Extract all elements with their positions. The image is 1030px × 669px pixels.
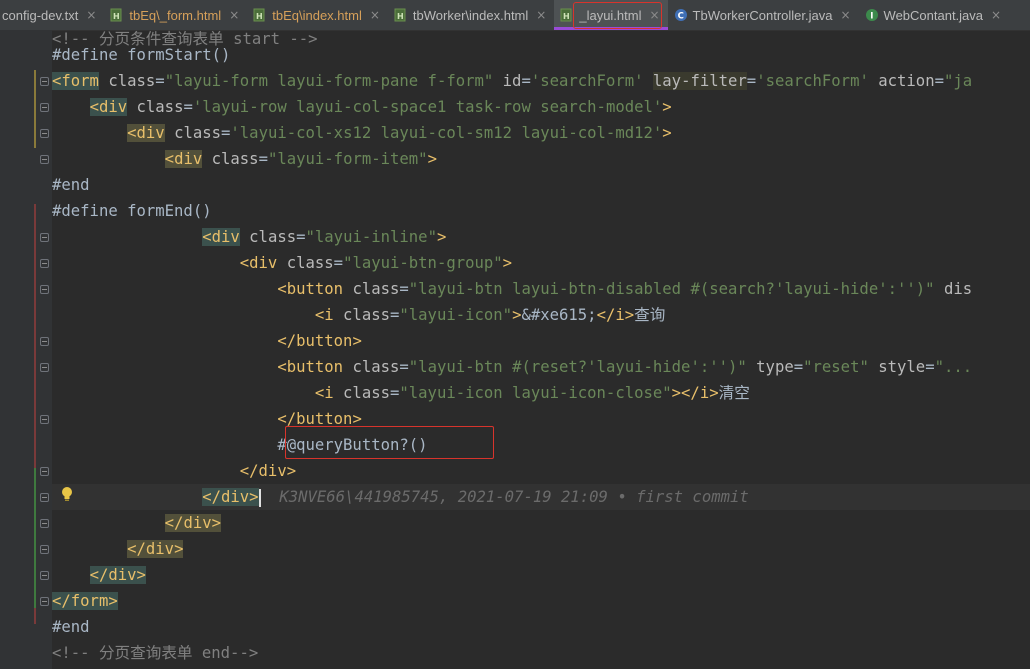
close-icon[interactable]: ×: [991, 8, 1001, 22]
tab-7[interactable]: I WebContant.java ×: [859, 0, 1010, 30]
svg-text:H: H: [256, 12, 263, 21]
code-line: </button>: [277, 410, 362, 428]
code-line: #end: [52, 618, 90, 636]
svg-text:I: I: [870, 12, 873, 22]
code-line: </form>: [52, 592, 118, 610]
code-line: #@queryButton?(): [277, 436, 428, 454]
code-line: </div> K3NVE66\441985745, 2021-07-19 21:…: [202, 488, 749, 507]
fold-toggle-icon[interactable]: [40, 155, 49, 164]
code-line: <form class="layui-form layui-form-pane …: [52, 72, 973, 90]
html-file-icon: H: [253, 8, 267, 22]
fold-toggle-icon[interactable]: [40, 103, 49, 112]
svg-text:C: C: [677, 12, 683, 22]
svg-text:H: H: [563, 12, 570, 21]
fold-toggle-icon[interactable]: [40, 259, 49, 268]
code-line: <div class="layui-inline">: [202, 228, 447, 246]
close-icon[interactable]: ×: [536, 8, 546, 22]
close-icon[interactable]: ×: [649, 8, 659, 22]
git-blame-annotation: K3NVE66\441985745, 2021-07-19 21:09 • fi…: [279, 488, 749, 506]
fold-toggle-icon[interactable]: [40, 337, 49, 346]
code-line: </div>: [89, 566, 146, 584]
code-line: #define formStart(): [52, 46, 231, 64]
tab-label: config-dev.txt: [2, 7, 79, 23]
tab-label: _layui.html: [579, 7, 642, 23]
close-icon[interactable]: ×: [370, 8, 380, 22]
code-line: #end: [52, 176, 90, 194]
text-caret: [258, 488, 261, 507]
fold-toggle-icon[interactable]: [40, 467, 49, 476]
code-line: <div class='layui-row layui-col-space1 t…: [89, 98, 672, 116]
fold-toggle-icon[interactable]: [40, 571, 49, 580]
code-line: #define formEnd(): [52, 202, 212, 220]
code-line: <i class="layui-icon">&#xe615;</i>查询: [314, 306, 666, 324]
code-editor[interactable]: <!-- 分页条件查询表单 start --> #define formStar…: [0, 30, 1030, 669]
tab-label: tbEq\index.html: [272, 7, 362, 23]
code-line: <i class="layui-icon layui-icon-close"><…: [314, 384, 750, 402]
fold-toggle-icon[interactable]: [40, 415, 49, 424]
code-line: </button>: [277, 332, 362, 350]
tab-label: tbWorker\index.html: [412, 7, 529, 23]
editor-tab-bar: config-dev.txt × HtbEq\_form.html × HtbEq\in…: [0, 0, 1030, 31]
close-icon[interactable]: ×: [229, 8, 239, 22]
code-line: <!-- 分页查询表单 end-->: [52, 644, 259, 662]
code-line: </div>: [127, 540, 184, 558]
fold-toggle-icon[interactable]: [40, 493, 49, 502]
code-line: <div class="layui-form-item">: [164, 150, 437, 168]
code-line: <button class="layui-btn #(reset?'layui-…: [277, 358, 973, 376]
fold-toggle-icon[interactable]: [40, 233, 49, 242]
code-line: <button class="layui-btn layui-btn-disab…: [277, 280, 973, 298]
tab-1[interactable]: config-dev.txt ×: [0, 0, 104, 30]
fold-toggle-icon[interactable]: [40, 129, 49, 138]
java-class-icon: C: [674, 8, 688, 22]
code-line: </div>: [239, 462, 297, 480]
code-line: <div class='layui-col-xs12 layui-col-sm1…: [127, 124, 672, 142]
java-interface-icon: I: [865, 8, 879, 22]
tab-label: TbWorkerController.java: [692, 7, 833, 23]
code-line: <div class="layui-btn-group">: [239, 254, 513, 272]
fold-toggle-icon[interactable]: [40, 519, 49, 528]
svg-text:H: H: [397, 12, 404, 21]
tab-5[interactable]: H _layui.html ×: [554, 0, 668, 30]
code-line: </div>: [164, 514, 222, 532]
fold-toggle-icon[interactable]: [40, 77, 49, 86]
html-file-icon: H: [110, 8, 124, 22]
fold-toggle-icon[interactable]: [40, 363, 49, 372]
tab-3[interactable]: HtbEq\index.html ×: [247, 0, 388, 30]
tab-label: WebContant.java: [883, 7, 984, 23]
fold-toggle-icon[interactable]: [40, 285, 49, 294]
close-icon[interactable]: ×: [840, 8, 850, 22]
close-icon[interactable]: ×: [86, 8, 96, 22]
tab-2[interactable]: HtbEq\_form.html ×: [104, 0, 247, 30]
html-file-icon: H: [560, 8, 574, 22]
svg-text:H: H: [113, 12, 120, 21]
tab-4[interactable]: HtbWorker\index.html ×: [388, 0, 554, 30]
html-file-icon: H: [394, 8, 408, 22]
fold-toggle-icon[interactable]: [40, 597, 49, 606]
fold-toggle-icon[interactable]: [40, 545, 49, 554]
tab-6[interactable]: C TbWorkerController.java ×: [668, 0, 859, 30]
tab-label: tbEq\_form.html: [129, 7, 222, 23]
